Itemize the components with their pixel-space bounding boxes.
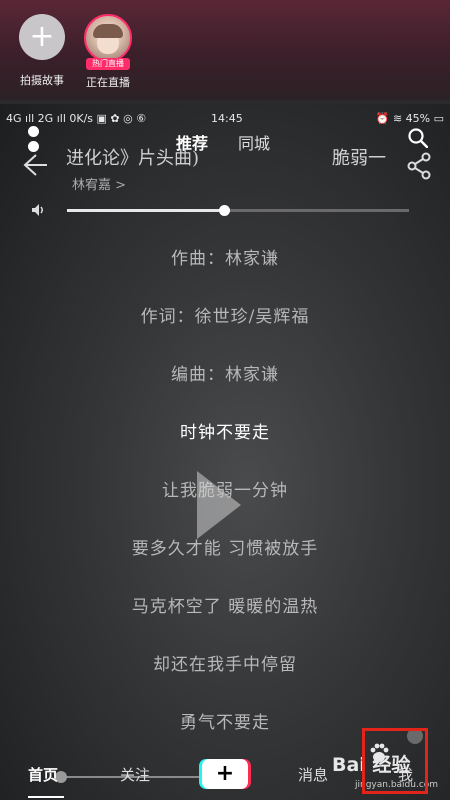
status-time: 14:45: [211, 112, 243, 125]
live-badge: 热门直播: [86, 58, 130, 70]
artist-name[interactable]: 林宥嘉 >: [72, 174, 126, 193]
lyric-line: 马克杯空了 暖暖的温热: [131, 597, 319, 617]
video-card[interactable]: 4G ıll 2G ıll 0K/s ▣ ✿ ◎ ⑥ 14:45 ⏰ ≋ 45%…: [0, 104, 450, 800]
volume-icon: [32, 204, 43, 216]
lyric-line: 却还在我手中停留: [153, 655, 297, 675]
live-avatar: [84, 14, 132, 62]
lyric-line: 作词：徐世珍/吴辉福: [140, 307, 310, 327]
volume-fill: [67, 209, 225, 212]
nav-home-indicator: [28, 796, 64, 798]
volume-knob[interactable]: [219, 205, 231, 216]
search-icon[interactable]: [408, 128, 428, 148]
song-title: 进化论》片头曲): [66, 148, 200, 169]
volume-slider[interactable]: [67, 205, 409, 216]
annotation-highlight-box: [362, 728, 428, 794]
song-title-right: 脆弱一: [332, 148, 386, 169]
story-strip: + 拍摄故事 热门直播 正在直播: [0, 0, 450, 100]
nav-follow[interactable]: 关注: [120, 764, 150, 785]
status-right: ⏰ ≋ 45% ▭: [375, 112, 444, 125]
lyric-line: 编曲：林家谦: [171, 365, 279, 385]
live-label: 正在直播: [86, 76, 130, 89]
lyric-line: 作曲：林家谦: [171, 249, 279, 269]
share-icon[interactable]: [406, 152, 432, 180]
back-arrow-icon[interactable]: [22, 152, 48, 178]
shoot-story-button[interactable]: + 拍摄故事: [12, 14, 72, 88]
plus-icon: +: [19, 14, 65, 60]
play-icon[interactable]: [195, 469, 243, 541]
nav-home[interactable]: 首页: [28, 764, 58, 785]
lyric-line: 时钟不要走: [180, 423, 270, 443]
status-bar: 4G ıll 2G ıll 0K/s ▣ ✿ ◎ ⑥ 14:45 ⏰ ≋ 45%…: [6, 112, 444, 128]
nav-messages[interactable]: 消息: [298, 764, 328, 785]
live-story-button[interactable]: 热门直播 正在直播: [78, 14, 138, 90]
tab-city[interactable]: 同城: [238, 130, 270, 154]
status-signal: 4G ıll 2G ıll 0K/s ▣ ✿ ◎ ⑥: [6, 112, 147, 125]
shoot-story-label: 拍摄故事: [20, 74, 64, 87]
add-video-button[interactable]: +: [202, 759, 248, 789]
